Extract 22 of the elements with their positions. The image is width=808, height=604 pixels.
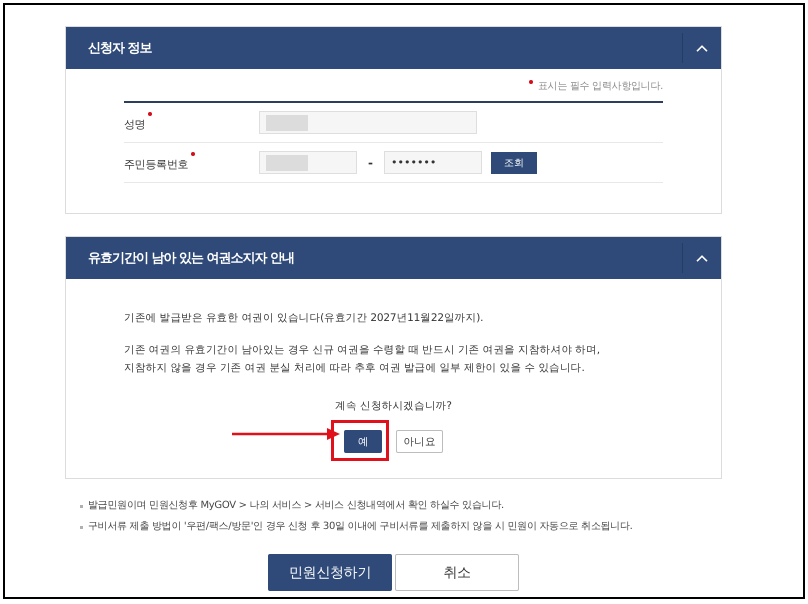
yes-button[interactable]: 예: [344, 430, 382, 453]
field-label: 성명: [124, 116, 146, 132]
required-note: 표시는 필수 입력사항입니다.: [538, 80, 663, 94]
input-field[interactable]: [259, 151, 357, 174]
bullet-icon: [80, 526, 83, 528]
input-field[interactable]: [259, 111, 477, 134]
submit-button[interactable]: 민원신청하기: [268, 554, 392, 591]
section-title: 신청자 정보: [87, 40, 153, 57]
field-label: 주민등록번호: [124, 156, 188, 172]
required-dot-icon: [528, 80, 533, 84]
notice-paragraph: 기존 여권의 유효기간이 남아있는 경우 신규 여권을 수령할 때 반드시 기존 여권을 지참하셔야 하며, 지참하지 않을 경우 기존 여권 분실 처리에 따라 추후 여권 발급에 일부 제한이 있을 수 있습니다.: [124, 343, 601, 376]
confirm-question: 계속 신청하시겠습니까?: [334, 399, 453, 414]
bullet-icon: [80, 504, 83, 508]
input-field[interactable]: •••••••: [384, 151, 482, 174]
lookup-button[interactable]: 조회: [490, 152, 537, 174]
no-button[interactable]: 아니요: [396, 430, 443, 453]
cancel-button[interactable]: 취소: [395, 554, 519, 591]
section-title: 유효기간이 남아 있는 여권소지자 안내: [87, 250, 296, 267]
notice-paragraph: 기존에 발급받은 유효한 여권이 있습니다(유효기간 2027년11월22일까지).: [124, 311, 484, 326]
separator-dash: -: [368, 156, 373, 170]
info-note: 발급민원이며 민원신청후 MyGOV > 나의 서비스 > 서비스 신청내역에서 확인 하실수 있습니다.: [88, 499, 504, 513]
info-note: 구비서류 제출 방법이 '우편/팩스/방문'인 경우 신청 후 30일 이내에 구비서류를 제출하지 않을 시 민원이 자동으로 취소됩니다.: [88, 520, 633, 534]
